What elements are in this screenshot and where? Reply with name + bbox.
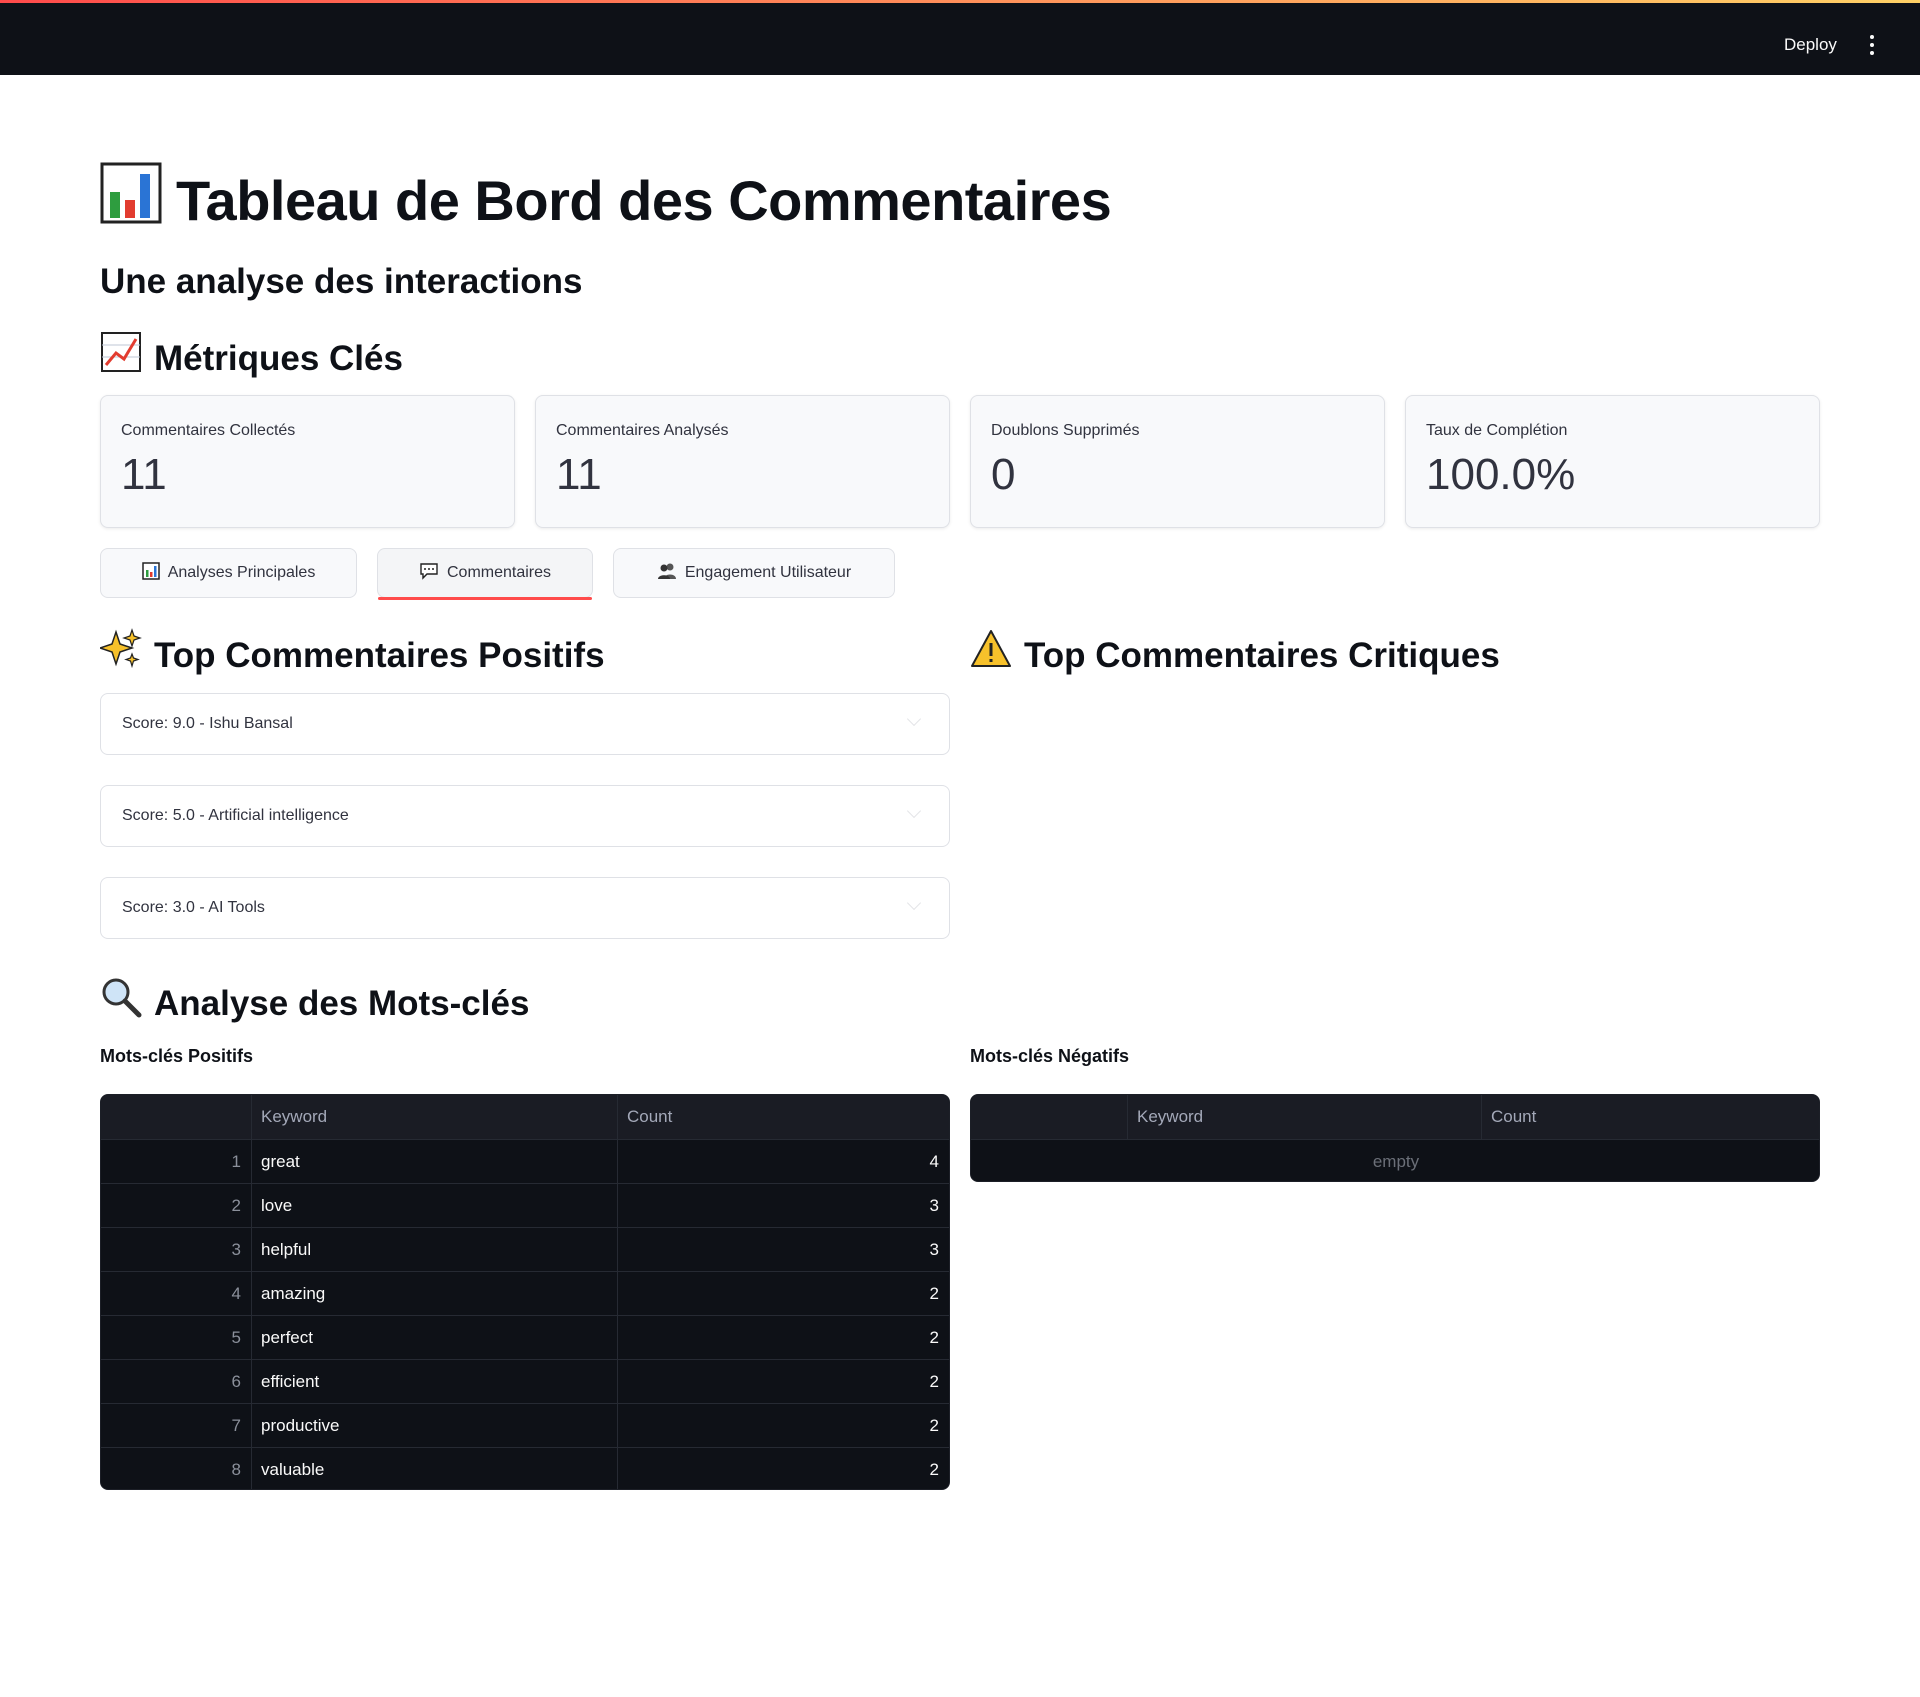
row-index: 1 [231, 1152, 241, 1171]
table-row[interactable]: 8 valuable 2 [101, 1447, 949, 1489]
tab-commentaires[interactable]: Commentaires [377, 548, 593, 600]
empty-state-text: empty [1372, 1152, 1420, 1171]
count-cell[interactable]: 2 [627, 1448, 939, 1489]
metric-value: 11 [121, 450, 167, 499]
count-cell[interactable]: 4 [627, 1140, 939, 1184]
table-row-empty: empty [971, 1139, 1819, 1181]
count-cell[interactable]: 2 [627, 1360, 939, 1404]
count-cell[interactable]: 2 [627, 1272, 939, 1316]
keyword-cell[interactable]: valuable [261, 1448, 611, 1489]
chart-increasing-icon [100, 331, 142, 386]
chevron-down-icon [906, 803, 922, 819]
column-separator [617, 1095, 618, 1489]
table-row[interactable]: 3 helpful 3 [101, 1227, 949, 1271]
chevron-down-icon [906, 895, 922, 911]
bar-chart-icon [141, 561, 160, 585]
warning-icon [970, 628, 1012, 683]
column-header-keyword[interactable]: Keyword [1137, 1095, 1477, 1139]
metric-value: 100.0% [1426, 450, 1576, 499]
deploy-button[interactable]: Deploy [1772, 27, 1849, 63]
page-subtitle: Une analyse des interactions [100, 262, 583, 301]
row-index: 3 [231, 1240, 241, 1259]
sparkles-icon [97, 628, 142, 683]
table-row[interactable]: 4 amazing 2 [101, 1271, 949, 1315]
negative-keywords-label: Mots-clés Négatifs [970, 1046, 1130, 1066]
users-icon [657, 562, 677, 585]
metric-card-analyzed: Commentaires Analysés 11 [535, 395, 950, 528]
chevron-down-icon [906, 711, 922, 727]
keyword-cell[interactable]: efficient [261, 1360, 611, 1404]
row-index: 7 [231, 1416, 241, 1435]
page-title: Tableau de Bord des Commentaires [100, 162, 1800, 240]
critical-heading-text: Top Commentaires Critiques [1024, 635, 1500, 675]
keyword-cell[interactable]: perfect [261, 1316, 611, 1360]
metric-label: Taux de Complétion [1426, 422, 1568, 439]
expander-label: Score: 5.0 - Artificial intelligence [122, 807, 349, 824]
row-index: 5 [231, 1328, 241, 1347]
metric-value: 0 [991, 450, 1016, 499]
row-index: 8 [231, 1460, 241, 1479]
column-separator [1127, 1095, 1128, 1139]
positive-keywords-table[interactable]: Keyword Count 1 great 4 2 love 3 3 helpful 3 4 ama… [100, 1094, 950, 1490]
tab-label: Engagement Utilisateur [684, 564, 852, 581]
count-cell[interactable]: 3 [627, 1228, 939, 1272]
magnifier-icon [100, 976, 142, 1031]
metric-label: Commentaires Analysés [556, 422, 729, 439]
positive-keywords-label: Mots-clés Positifs [100, 1046, 254, 1066]
count-cell[interactable]: 2 [627, 1316, 939, 1360]
metric-card-duplicates: Doublons Supprimés 0 [970, 395, 1385, 528]
positive-heading-text: Top Commentaires Positifs [154, 635, 605, 675]
metric-value: 11 [556, 450, 602, 499]
column-header-count[interactable]: Count [627, 1095, 927, 1139]
speech-bubble-icon [419, 562, 439, 585]
tab-analyses-principales[interactable]: Analyses Principales [100, 548, 357, 598]
negative-keywords-table[interactable]: Keyword Count empty [970, 1094, 1820, 1182]
column-separator [1481, 1095, 1482, 1139]
count-cell[interactable]: 2 [627, 1404, 939, 1448]
critical-comments-heading: Top Commentaires Critiques [970, 628, 1500, 683]
keyword-cell[interactable]: love [261, 1184, 611, 1228]
active-tab-indicator [378, 597, 592, 600]
row-index: 4 [231, 1284, 241, 1303]
metric-card-completion: Taux de Complétion 100.0% [1405, 395, 1820, 528]
positive-comment-expander[interactable]: Score: 9.0 - Ishu Bansal [100, 693, 950, 755]
metrics-heading-text: Métriques Clés [154, 338, 403, 378]
top-toolbar: Deploy [0, 0, 1920, 75]
tab-label: Analyses Principales [167, 564, 316, 581]
table-header-row: Keyword Count [971, 1095, 1819, 1139]
column-separator [251, 1095, 252, 1489]
expander-label: Score: 9.0 - Ishu Bansal [122, 715, 293, 732]
keyword-cell[interactable]: productive [261, 1404, 611, 1448]
tab-label: Commentaires [446, 564, 552, 581]
row-index: 2 [231, 1196, 241, 1215]
keyword-cell[interactable]: great [261, 1140, 611, 1184]
decoration-stripe [0, 0, 1920, 3]
row-index: 6 [231, 1372, 241, 1391]
metric-label: Commentaires Collectés [121, 422, 296, 439]
table-row[interactable]: 2 love 3 [101, 1183, 949, 1227]
tab-engagement-utilisateur[interactable]: Engagement Utilisateur [613, 548, 895, 598]
column-header-count[interactable]: Count [1491, 1095, 1791, 1139]
column-header-keyword[interactable]: Keyword [261, 1095, 621, 1139]
positive-comment-expander[interactable]: Score: 3.0 - AI Tools [100, 877, 950, 939]
expander-label: Score: 3.0 - AI Tools [122, 899, 265, 916]
positive-comment-expander[interactable]: Score: 5.0 - Artificial intelligence [100, 785, 950, 847]
page-title-text: Tableau de Bord des Commentaires [176, 169, 1112, 232]
metrics-heading: Métriques Clés [100, 331, 403, 386]
keywords-heading: Analyse des Mots-clés [100, 976, 529, 1031]
table-row[interactable]: 5 perfect 2 [101, 1315, 949, 1359]
keyword-cell[interactable]: amazing [261, 1272, 611, 1316]
table-row[interactable]: 6 efficient 2 [101, 1359, 949, 1403]
metric-label: Doublons Supprimés [991, 422, 1140, 439]
table-row[interactable]: 7 productive 2 [101, 1403, 949, 1447]
table-row[interactable]: 1 great 4 [101, 1139, 949, 1183]
metric-card-collected: Commentaires Collectés 11 [100, 395, 515, 528]
bar-chart-icon [100, 162, 162, 240]
kebab-menu-icon[interactable] [1860, 30, 1884, 60]
positive-comments-heading: Top Commentaires Positifs [97, 628, 605, 683]
keywords-heading-text: Analyse des Mots-clés [154, 983, 530, 1023]
count-cell[interactable]: 3 [627, 1184, 939, 1228]
keyword-cell[interactable]: helpful [261, 1228, 611, 1272]
table-header-row: Keyword Count [101, 1095, 949, 1139]
